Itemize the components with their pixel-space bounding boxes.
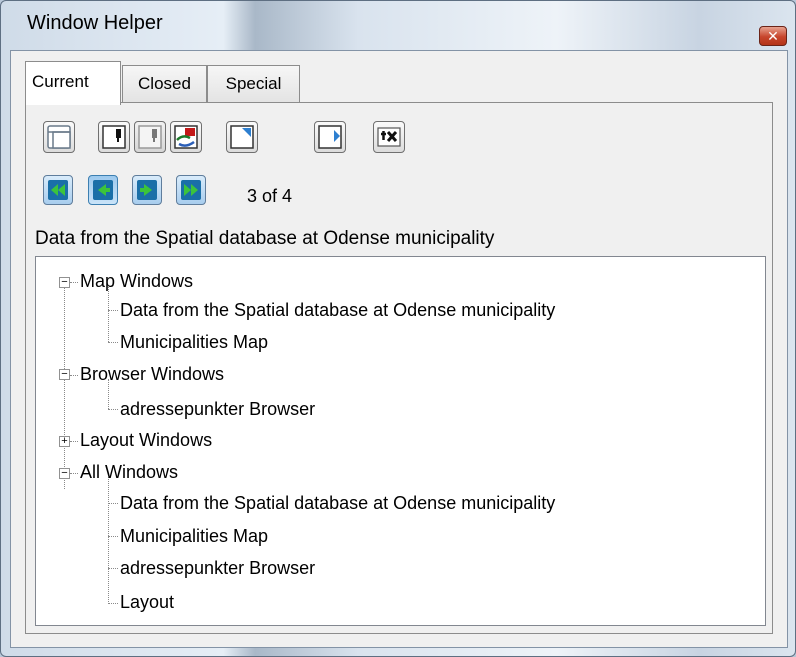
previous-window-button[interactable] <box>88 175 118 205</box>
tree-connector <box>70 375 78 376</box>
close-window-button[interactable] <box>373 121 405 153</box>
restore-window-icon <box>230 125 254 149</box>
tree-node-browser-windows[interactable]: Browser Windows <box>80 364 224 385</box>
close-button[interactable]: ✕ <box>759 26 787 46</box>
next-icon <box>137 180 157 200</box>
tree-connector <box>108 310 118 311</box>
pin-window-button[interactable] <box>98 121 130 153</box>
close-window-x-icon <box>377 127 401 147</box>
tree-node-all-adressepunkter-browser[interactable]: adressepunkter Browser <box>120 558 315 579</box>
pin-window-icon <box>102 125 126 149</box>
restore-window-button[interactable] <box>226 121 258 153</box>
title-bar[interactable]: Window Helper ✕ <box>1 1 795 46</box>
window-helper-window: Window Helper ✕ Current Closed Special 3… <box>0 0 796 657</box>
tree-connector <box>108 409 118 410</box>
window-tree[interactable]: − Map Windows Data from the Spatial data… <box>35 256 766 626</box>
tree-connector <box>108 342 118 343</box>
tree-connector <box>70 473 78 474</box>
tree-node-adressepunkter-browser[interactable]: adressepunkter Browser <box>120 399 315 420</box>
active-window-title: Data from the Spatial database at Odense… <box>35 228 495 249</box>
pin-window-disabled-button[interactable] <box>134 121 166 153</box>
first-window-button[interactable] <box>43 175 73 205</box>
tree-branch-line <box>108 287 109 342</box>
tab-current[interactable]: Current <box>25 61 121 105</box>
tab-current-label: Current <box>32 72 89 91</box>
maximize-window-button[interactable] <box>314 121 346 153</box>
collapse-map-windows-toggle[interactable]: − <box>59 277 70 288</box>
next-window-button[interactable] <box>132 175 162 205</box>
window-counter: 3 of 4 <box>247 186 293 206</box>
swap-windows-button[interactable] <box>170 121 202 153</box>
cascade-button[interactable] <box>43 121 75 153</box>
tree-connector <box>70 441 78 442</box>
pin-window-disabled-icon <box>138 125 162 149</box>
tab-special-label: Special <box>225 74 282 93</box>
cascade-icon <box>47 125 71 149</box>
tree-connector <box>108 568 118 569</box>
window-title: Window Helper <box>27 12 163 34</box>
tree-node-all-windows[interactable]: All Windows <box>80 462 178 483</box>
first-icon <box>48 180 68 200</box>
collapse-all-windows-toggle[interactable]: − <box>59 468 70 479</box>
last-icon <box>181 180 201 200</box>
tree-node-map-windows[interactable]: Map Windows <box>80 271 193 292</box>
tree-node-all-municipalities-map[interactable]: Municipalities Map <box>120 526 268 547</box>
maximize-window-icon <box>318 125 342 149</box>
tab-special[interactable]: Special <box>207 65 300 103</box>
tree-node-all-layout[interactable]: Layout <box>120 592 174 613</box>
tree-root-line <box>64 282 65 489</box>
tree-node-municipalities-map[interactable]: Municipalities Map <box>120 332 268 353</box>
tree-node-all-data-odense[interactable]: Data from the Spatial database at Odense… <box>120 493 555 514</box>
swap-windows-icon <box>174 125 198 149</box>
collapse-browser-windows-toggle[interactable]: − <box>59 369 70 380</box>
tree-connector <box>108 603 118 604</box>
last-window-button[interactable] <box>176 175 206 205</box>
tree-connector <box>70 282 78 283</box>
tree-node-map-data-odense[interactable]: Data from the Spatial database at Odense… <box>120 300 555 321</box>
tree-connector <box>108 536 118 537</box>
close-icon: ✕ <box>767 28 779 44</box>
expand-layout-windows-toggle[interactable]: + <box>59 436 70 447</box>
tree-connector <box>108 503 118 504</box>
tree-branch-line <box>108 477 109 604</box>
tab-closed[interactable]: Closed <box>122 65 207 103</box>
tab-closed-label: Closed <box>138 74 191 93</box>
tree-node-layout-windows[interactable]: Layout Windows <box>80 430 212 451</box>
previous-icon <box>93 180 113 200</box>
